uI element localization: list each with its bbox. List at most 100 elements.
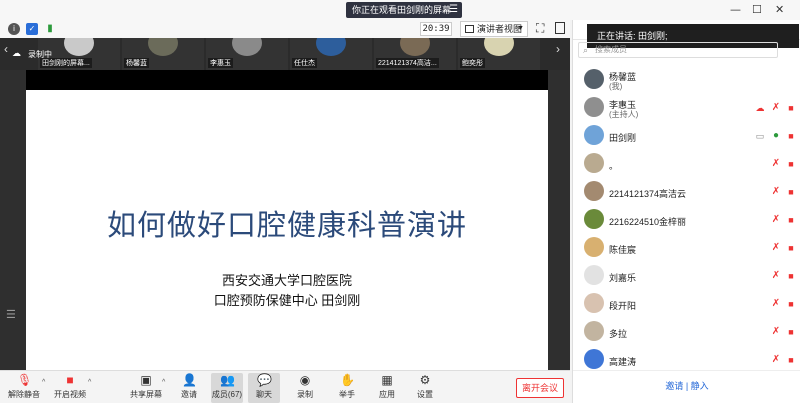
video-off-icon[interactable]: ■ — [785, 102, 797, 114]
participants-button[interactable]: 👥 成员(67) — [211, 373, 243, 403]
video-off-icon[interactable]: ■ — [785, 214, 797, 226]
video-options-caret[interactable]: ^ — [88, 379, 91, 386]
chat-button[interactable]: 💬 聊天 — [248, 373, 280, 403]
avatar — [584, 237, 604, 257]
video-off-icon[interactable]: ■ — [785, 326, 797, 338]
avatar — [584, 321, 604, 341]
participant-row[interactable]: 田剑刚 ▭ ● ■ — [573, 122, 800, 150]
tile-name: 杨馨蓝 — [124, 58, 149, 68]
fullscreen-icon[interactable]: ⛶ — [536, 21, 544, 36]
participant-row[interactable]: 。 ✗ ■ — [573, 150, 800, 178]
participant-name: 2214121374高洁云 — [609, 189, 687, 199]
mic-active-icon[interactable]: ● — [771, 130, 781, 142]
mic-muted-icon[interactable]: ✗ — [771, 186, 781, 198]
strip-next-icon[interactable]: › — [556, 42, 560, 56]
video-off-icon[interactable]: ■ — [785, 242, 797, 254]
participant-row[interactable]: 刘嘉乐 ✗ ■ — [573, 262, 800, 290]
tile-avatar — [64, 38, 94, 56]
participant-name: 多拉 — [609, 329, 628, 339]
participant-row[interactable]: 段开阳 ✗ ■ — [573, 290, 800, 318]
participant-row[interactable]: 李惠玉 (主持人) ☁ ✗ ■ — [573, 94, 800, 122]
participant-name: 2216224510金梓丽 — [609, 217, 687, 227]
mic-muted-icon[interactable]: ✗ — [771, 326, 781, 338]
avatar — [584, 349, 604, 369]
close-button[interactable]: ✕ — [775, 3, 784, 16]
share-options-caret[interactable]: ^ — [162, 379, 165, 386]
invite-link[interactable]: 邀请 | 静入 — [573, 379, 800, 392]
video-off-icon[interactable]: ■ — [785, 298, 797, 310]
raise-hand-button[interactable]: ✋ 举手 — [334, 373, 360, 403]
unmute-label: 解除静音 — [8, 390, 40, 399]
settings-label: 设置 — [417, 390, 433, 399]
video-tile[interactable]: 任仕杰 — [290, 38, 372, 70]
avatar — [584, 181, 604, 201]
apps-grid-icon: ▦ — [381, 373, 393, 387]
participant-row[interactable]: 多拉 ✗ ■ — [573, 318, 800, 346]
screen-share-banner[interactable]: 你正在观看田剑刚的屏幕 ☰ — [346, 2, 462, 18]
mic-muted-icon[interactable]: ✗ — [771, 158, 781, 170]
participant-row[interactable]: 陈佳宸 ✗ ■ — [573, 234, 800, 262]
list-icon[interactable]: ☰ — [6, 308, 16, 321]
video-off-icon[interactable]: ■ — [785, 158, 797, 170]
view-mode-select[interactable]: 演讲者视图 ▼ — [460, 21, 528, 37]
mic-muted-icon: 🎙 — [17, 373, 33, 387]
settings-button[interactable]: ⚙ 设置 — [412, 373, 438, 403]
screen-share-icon: ▭ — [755, 131, 765, 141]
video-tile[interactable]: 2214121374高洁... — [374, 38, 456, 70]
info-icon[interactable]: i — [8, 23, 20, 35]
video-off-icon[interactable]: ■ — [785, 270, 797, 282]
mic-muted-icon[interactable]: ✗ — [771, 102, 781, 114]
participant-name: 刘嘉乐 — [609, 273, 637, 283]
share-screen-icon: ▣ — [140, 373, 152, 387]
record-button[interactable]: ◉ 录制 — [292, 373, 318, 403]
mic-muted-icon[interactable]: ✗ — [771, 298, 781, 310]
participant-role: (主持人) — [609, 110, 639, 119]
strip-prev-icon[interactable]: ‹ — [4, 42, 8, 56]
participant-name: 段开阳 — [609, 301, 637, 311]
mic-muted-icon[interactable]: ✗ — [771, 214, 781, 226]
chat-label: 聊天 — [256, 390, 272, 399]
apps-label: 应用 — [379, 390, 395, 399]
mic-muted-icon[interactable]: ✗ — [771, 354, 781, 366]
share-banner-text: 你正在观看田剑刚的屏幕 — [352, 5, 452, 15]
chat-icon: 💬 — [257, 373, 272, 387]
mic-muted-icon[interactable]: ✗ — [771, 270, 781, 282]
unmute-button[interactable]: 🎙 解除静音 — [4, 373, 44, 403]
invite-button[interactable]: 👤 邀请 — [176, 373, 202, 403]
raise-hand-label: 举手 — [339, 390, 355, 399]
audio-options-caret[interactable]: ^ — [42, 379, 45, 386]
minimize-button[interactable]: — — [730, 3, 741, 16]
panel-footer: 邀请 | 静入 — [573, 370, 800, 403]
signal-icon[interactable]: ▮ — [44, 23, 56, 35]
participant-list: 杨馨蓝 (我) 李惠玉 (主持人) ☁ ✗ ■ 田剑刚 ▭ ● ■ 。 ✗ ■ … — [573, 66, 800, 374]
video-tile[interactable]: 杨馨蓝 — [122, 38, 204, 70]
video-tile[interactable]: 李惠玉 — [206, 38, 288, 70]
video-tile[interactable]: 鲍奕彤 — [458, 38, 540, 70]
video-off-icon[interactable]: ■ — [785, 186, 797, 198]
slide-title: 如何做好口腔健康科普演讲 — [106, 208, 467, 242]
search-members-input[interactable]: ⌕ 搜索成员 — [578, 42, 778, 58]
cloud-record-icon: ☁ — [755, 103, 765, 113]
share-screen-button[interactable]: ▣ 共享屏幕 — [130, 373, 162, 403]
participant-row[interactable]: 杨馨蓝 (我) — [573, 66, 800, 94]
video-off-icon[interactable]: ■ — [785, 130, 797, 142]
participant-row[interactable]: 2216224510金梓丽 ✗ ■ — [573, 206, 800, 234]
video-off-icon[interactable]: ■ — [785, 354, 797, 366]
mic-muted-icon[interactable]: ✗ — [771, 242, 781, 254]
maximize-button[interactable]: ☐ — [752, 3, 762, 16]
share-menu-icon[interactable]: ☰ — [449, 2, 458, 18]
panel-toggle-icon[interactable] — [555, 22, 565, 34]
leave-meeting-button[interactable]: 离开会议 — [516, 378, 564, 398]
participants-panel: 聊天 正在讲话: 田剑刚; ⌕ 搜索成员 杨馨蓝 (我) 李惠玉 (主持人) ☁… — [572, 20, 800, 403]
share-screen-label: 共享屏幕 — [130, 390, 162, 399]
shield-icon[interactable]: ✓ — [26, 23, 38, 35]
apps-button[interactable]: ▦ 应用 — [374, 373, 400, 403]
participant-row[interactable]: 2214121374高洁云 ✗ ■ — [573, 178, 800, 206]
gear-icon: ⚙ — [419, 373, 431, 387]
presentation-slide: 如何做好口腔健康科普演讲 西安交通大学口腔医院 口腔预防保健中心 田剑刚 — [26, 90, 548, 370]
tile-avatar — [316, 38, 346, 56]
slide-subtitle-presenter: 口腔预防保健中心 田剑刚 — [213, 293, 361, 308]
participant-name: 田剑刚 — [609, 133, 637, 143]
start-video-button[interactable]: ■ 开启视频 — [52, 373, 88, 403]
tile-name: 鲍奕彤 — [460, 58, 485, 68]
